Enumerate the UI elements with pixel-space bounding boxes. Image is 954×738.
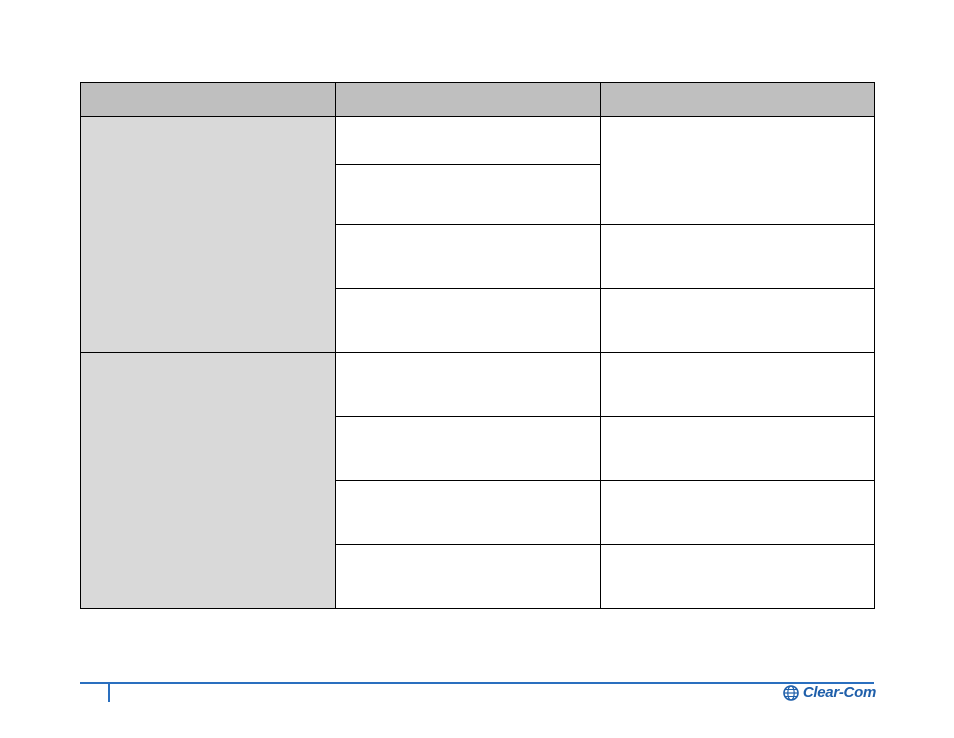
cell: [601, 289, 875, 353]
table-header-row: [81, 83, 875, 117]
cell: [601, 353, 875, 417]
cell: [336, 545, 601, 609]
col-header-2: [336, 83, 601, 117]
group-label-cell: [81, 117, 336, 353]
cell: [601, 545, 875, 609]
cell: [601, 117, 875, 225]
cell: [601, 481, 875, 545]
brand-logo: Clear-Com: [783, 684, 876, 701]
cell: [336, 481, 601, 545]
cell: [336, 225, 601, 289]
cell: [601, 225, 875, 289]
footer-rule: [80, 682, 874, 684]
cell: [336, 417, 601, 481]
cell: [336, 353, 601, 417]
cell: [601, 417, 875, 481]
cell: [336, 289, 601, 353]
spec-table: [80, 82, 875, 609]
brand-name: Clear-Com: [803, 684, 876, 701]
col-header-1: [81, 83, 336, 117]
footer-separator: [108, 682, 110, 702]
page: Clear-Com: [0, 0, 954, 738]
col-header-3: [601, 83, 875, 117]
cell: [336, 165, 601, 225]
cell: [336, 117, 601, 165]
table-row: [81, 117, 875, 165]
globe-icon: [783, 685, 799, 701]
table-row: [81, 353, 875, 417]
group-label-cell: [81, 353, 336, 609]
